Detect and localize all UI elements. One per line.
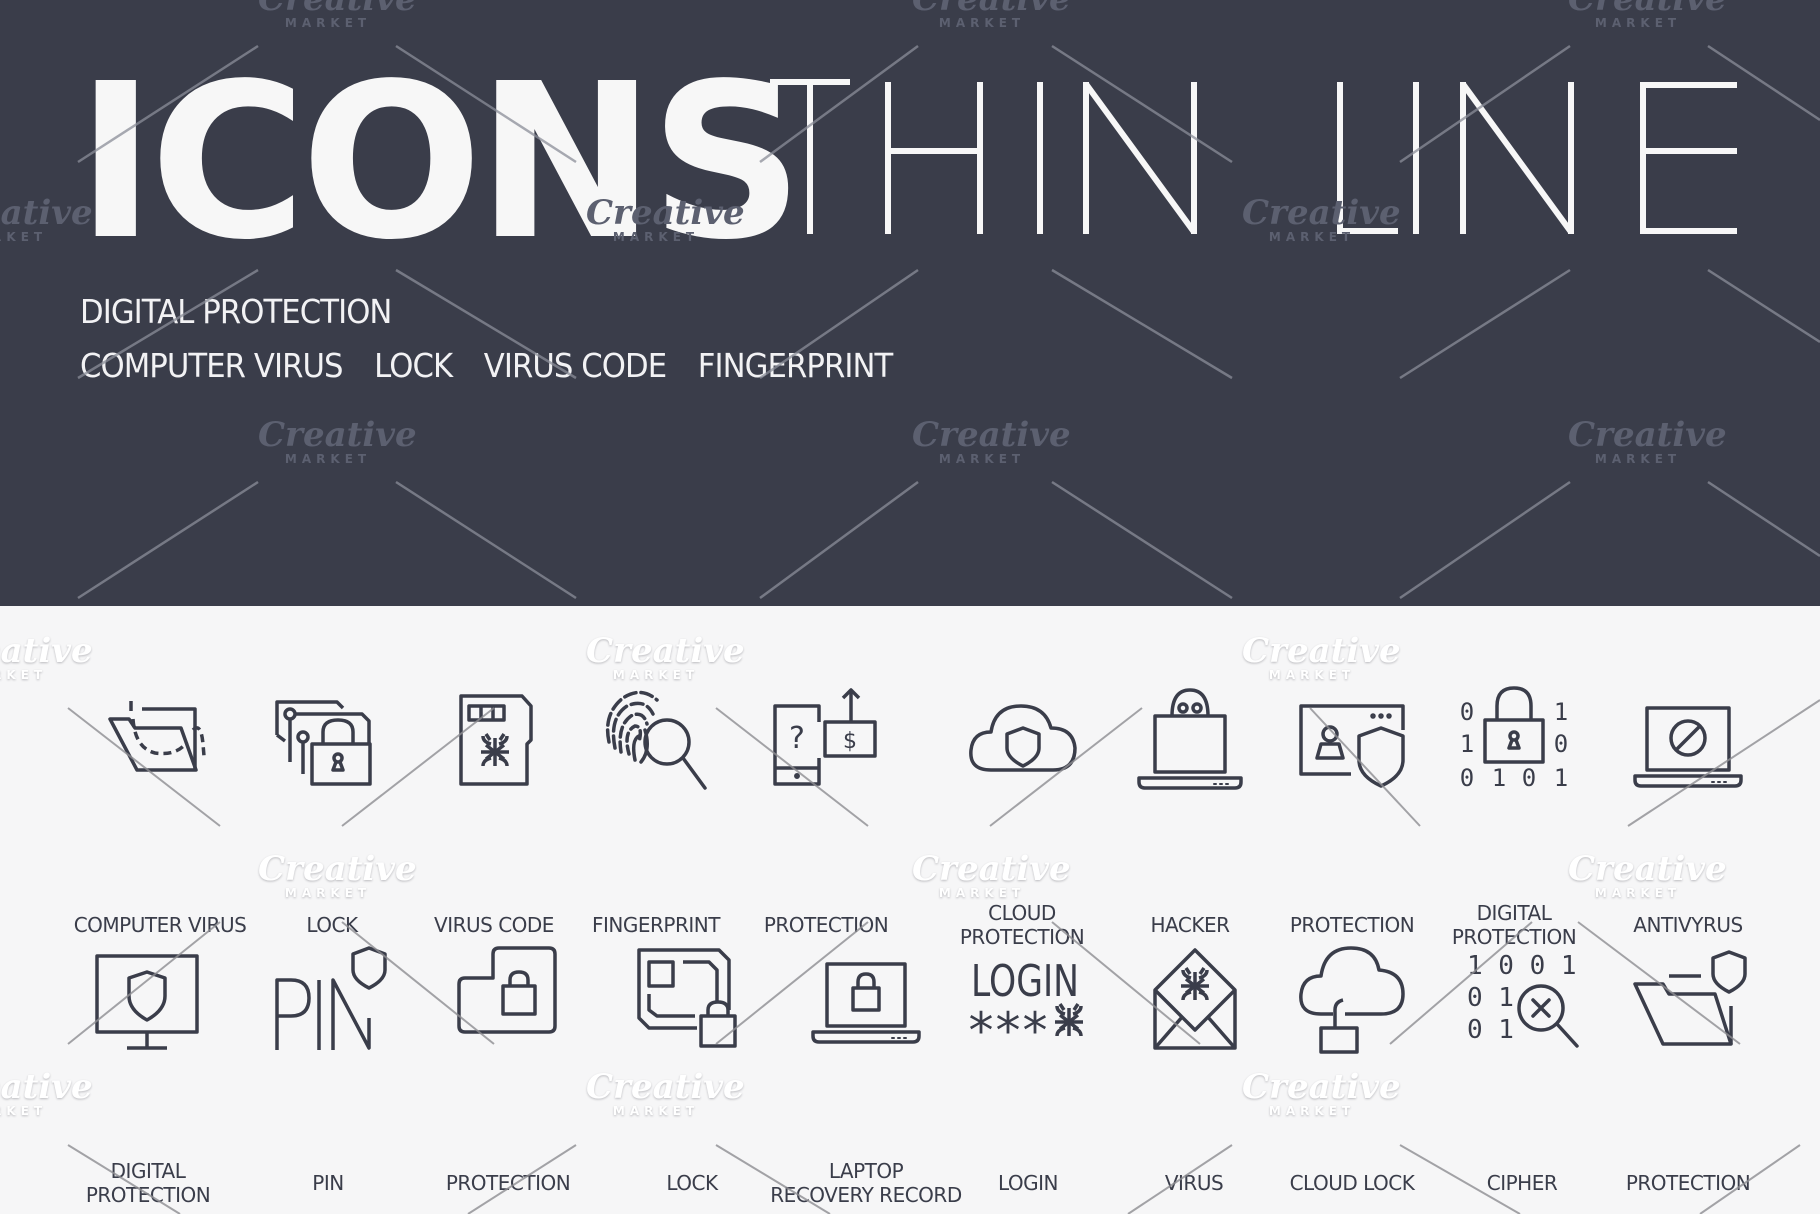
window-user-shield-icon: [1297, 686, 1407, 796]
keyword: LOCK: [374, 346, 453, 385]
chip-padlock-icon: [637, 944, 747, 1054]
icon-label: PROTECTION: [1625, 1171, 1751, 1195]
subtitle-category: DIGITAL PROTECTION: [80, 292, 392, 331]
folder-shield-icon: [1633, 944, 1747, 1054]
binary-digit: 1: [1492, 764, 1506, 792]
icon-tile: CLOUD LOCK: [1262, 944, 1442, 1195]
title-thin: [0, 78, 1820, 238]
login-password-icon: LOGIN ***: [969, 944, 1085, 1060]
binary-text: 1 0 0 1: [1467, 951, 1577, 981]
folder-padlock-icon: [453, 944, 563, 1054]
laptop-forbidden-icon: [1633, 686, 1743, 796]
icon-tile: CLOUD PROTECTION: [932, 686, 1112, 949]
envelope-bug-icon: [1139, 944, 1249, 1054]
sd-card-bug-icon: [439, 686, 549, 796]
icon-tile: HACKER: [1100, 686, 1280, 937]
icon-tile: COMPUTER VIRUS: [70, 686, 250, 937]
fingerprint-magnifier-icon: [601, 686, 711, 796]
circuit-lock-icon: [275, 686, 387, 796]
icon-tile: VIRUS CODE: [404, 686, 584, 937]
keyword: VIRUS CODE: [483, 346, 667, 385]
binary-digit: 0: [1460, 764, 1474, 792]
icon-tile: LOCK: [602, 944, 782, 1195]
keyword: COMPUTER VIRUS: [80, 346, 343, 385]
laptop-padlock-icon: [811, 944, 921, 1054]
icon-tile: LAPTOP RECOVERY RECORD: [770, 944, 962, 1207]
title-thin-lettering: [770, 79, 1737, 234]
icon-tile: ANTIVYRUS: [1598, 686, 1778, 937]
icon-tile: FINGERPRINT: [566, 686, 746, 937]
question-mark: ?: [789, 721, 805, 756]
icon-tile: PROTECTION: [1262, 686, 1442, 937]
cloud-shield-icon: [967, 686, 1077, 796]
icon-tile: VIRUS: [1104, 944, 1284, 1195]
icon-tile: 0 1 1 0 0 1 0 1 DIGITAL PROTECTION: [1424, 686, 1604, 949]
binary-search-cross-icon: 1 0 0 1 0 1 0 1: [1467, 944, 1579, 1054]
binary-digit: 1: [1554, 698, 1568, 726]
password-mask: ***: [969, 1002, 1050, 1060]
dollar-sign: $: [843, 729, 857, 754]
binary-digit: 1: [1554, 764, 1568, 792]
binary-digit: 0: [1522, 764, 1536, 792]
icon-grid: COMPUTER VIRUS LOCK VIRUS CODE FINGERPRI…: [0, 606, 1820, 1214]
keyword: FINGERPRINT: [697, 346, 893, 385]
icon-tile: 1 0 0 1 0 1 0 1 CIPHER: [1432, 944, 1612, 1195]
subtitle-keywords: COMPUTER VIRUS LOCK VIRUS CODE FINGERPRINT: [80, 346, 924, 385]
tablet-dollar-icon: $ ?: [771, 686, 881, 796]
pin-shield-icon: [273, 944, 387, 1054]
binary-digit: 0: [1554, 730, 1568, 758]
laptop-hacker-icon: [1135, 686, 1245, 796]
binary-text: 0 1: [1467, 983, 1514, 1013]
icon-tile: PIN: [238, 944, 418, 1195]
icon-tile: PROTECTION: [418, 944, 598, 1195]
icon-tile: $ ? PROTECTION: [736, 686, 916, 937]
binary-text: 0 1: [1467, 1015, 1514, 1045]
binary-digit: 0: [1460, 698, 1474, 726]
monitor-shield-icon: [93, 944, 203, 1054]
binary-digit: 1: [1460, 730, 1474, 758]
icon-tile: LOCK: [242, 686, 422, 937]
icon-tile: PROTECTION: [1598, 944, 1778, 1195]
cloud-unlocked-icon: [1297, 944, 1407, 1054]
icon-label: ANTIVYRUS: [1633, 913, 1743, 937]
login-text: LOGIN: [971, 956, 1079, 1007]
icon-tile: LOGIN *** LOGIN: [938, 944, 1118, 1195]
folder-virus-icon: [105, 686, 215, 796]
binary-padlock-icon: 0 1 1 0 0 1 0 1: [1459, 686, 1569, 796]
header-banner: ICONS DIGITAL PROTECTION COMPUTER VIRUS …: [0, 0, 1820, 606]
icon-tile: DIGITAL PROTECTION: [58, 944, 238, 1207]
